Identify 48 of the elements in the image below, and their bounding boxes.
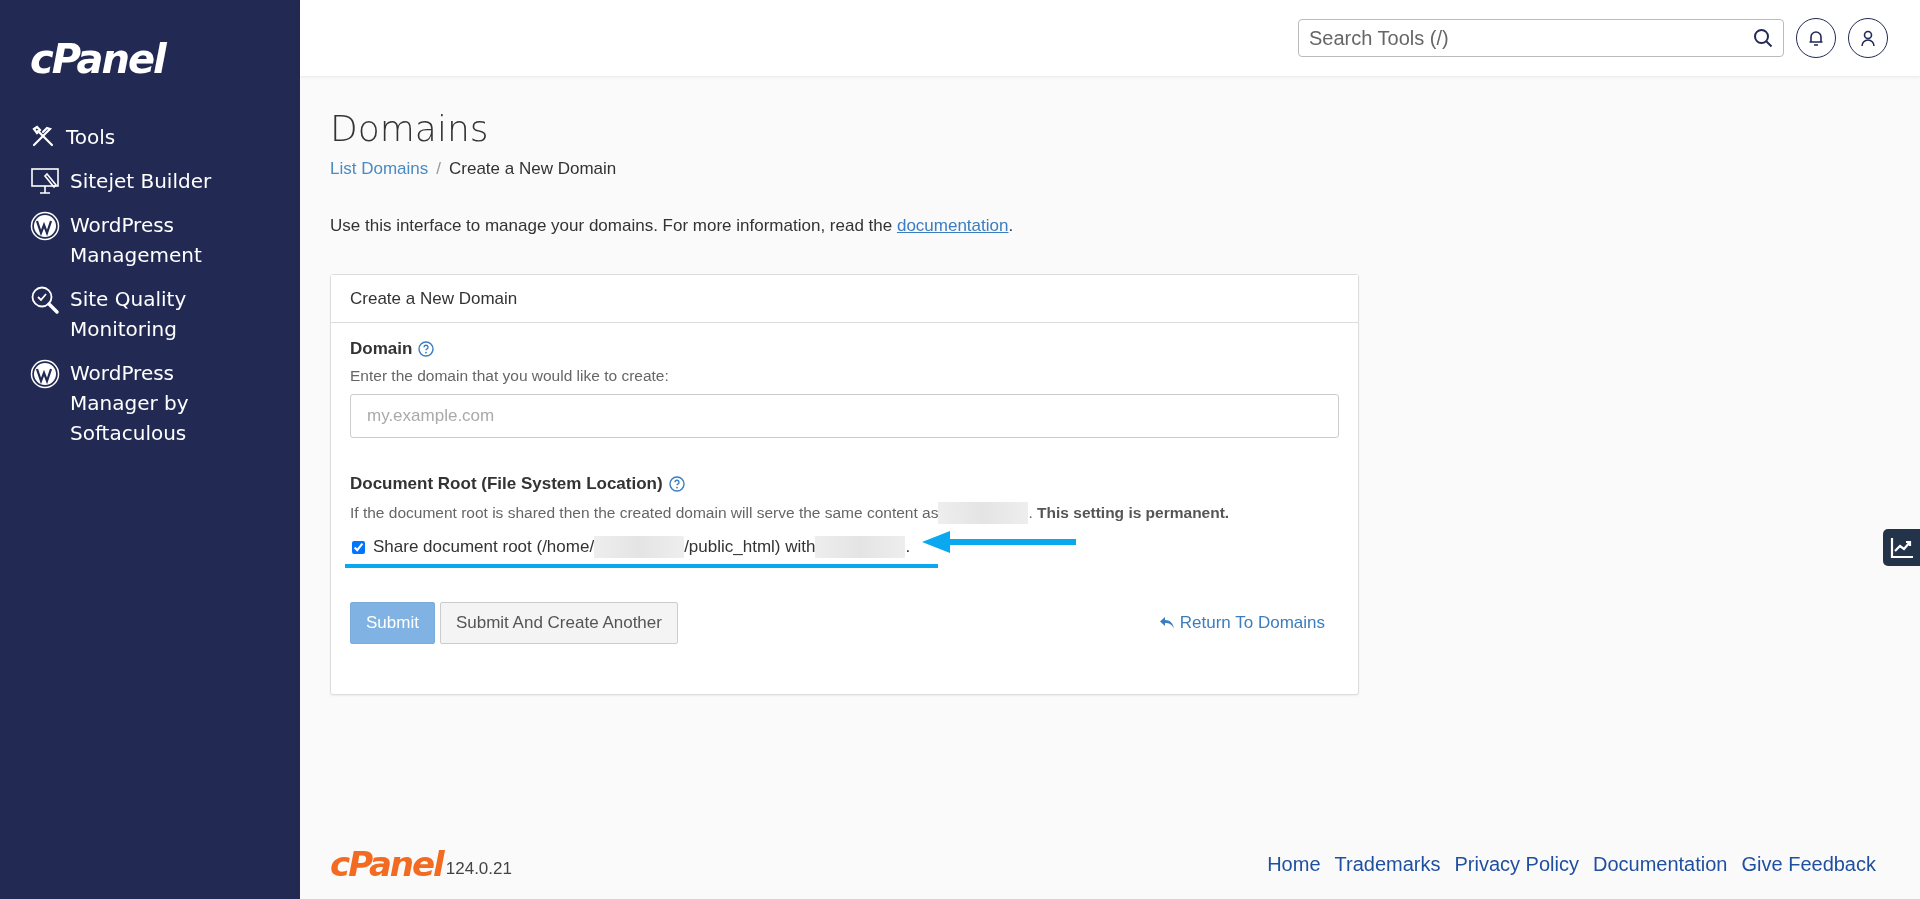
footer-link[interactable]: Home: [1267, 852, 1321, 876]
field-label: Document Root (File System Location): [350, 474, 663, 494]
bell-icon: [1807, 29, 1825, 47]
user-button[interactable]: [1848, 18, 1888, 58]
wordpress-icon: [30, 359, 60, 389]
cpanel-logo: cPanel: [330, 844, 443, 884]
card-title: Create a New Domain: [350, 288, 518, 309]
checkbox-label[interactable]: /public_html) with: [684, 537, 816, 557]
analytics-tab-button[interactable]: [1883, 529, 1920, 566]
footer-link[interactable]: Trademarks: [1334, 852, 1441, 876]
sidebar-item[interactable]: Tools: [66, 122, 116, 152]
sidebar-item[interactable]: Site Quality Monitoring: [70, 284, 230, 344]
user-icon: [1859, 29, 1877, 47]
footer-link[interactable]: Documentation: [1592, 852, 1728, 876]
breadcrumb-current: Create a New Domain: [449, 159, 617, 179]
sidebar-item[interactable]: WordPress Management: [70, 210, 230, 270]
breadcrumb-separator: /: [436, 159, 441, 179]
documentation-link[interactable]: documentation: [896, 216, 1009, 235]
intro-text: Use this interface to manage your domains. For more information, read the documentation.: [330, 216, 1015, 236]
return-link[interactable]: Return To Domains: [1158, 613, 1325, 633]
page-title: Domains: [330, 108, 489, 149]
footer-link[interactable]: Privacy Policy: [1454, 852, 1579, 876]
footer-link[interactable]: Give Feedback: [1741, 852, 1876, 876]
share-checkbox[interactable]: [352, 540, 365, 554]
sidebar-item[interactable]: WordPress Manager by Softaculous: [70, 358, 230, 448]
domain-input[interactable]: my.example.com: [350, 394, 1339, 438]
sidebar-item[interactable]: Sitejet Builder: [70, 166, 212, 196]
monitor-pen-icon: [30, 167, 60, 195]
cpanel-logo[interactable]: cPanel: [30, 36, 165, 82]
checkbox-label[interactable]: Share document root (/home/: [373, 537, 595, 557]
help-icon[interactable]: [668, 476, 685, 492]
chart-icon: [1889, 536, 1914, 559]
magnifier-check-icon: [30, 285, 60, 315]
wordpress-icon: [30, 211, 60, 241]
submit-another-button[interactable]: Submit And Create Another: [439, 602, 678, 644]
field-hint: Enter the domain that you would like to create:: [350, 367, 670, 385]
search-field[interactable]: Search Tools (/): [1298, 19, 1784, 57]
breadcrumb-link[interactable]: List Domains: [330, 159, 429, 179]
reply-arrow-icon: [1158, 616, 1175, 630]
search-icon[interactable]: [1753, 28, 1773, 48]
permanent-note: . This setting is permanent.: [1028, 504, 1230, 522]
tools-icon: [30, 123, 56, 149]
version-text: 124.0.21: [445, 859, 512, 879]
field-label: Domain: [350, 339, 413, 359]
notifications-button[interactable]: [1796, 18, 1836, 58]
field-hint: If the document root is shared then the created domain will serve the same content as: [350, 504, 939, 522]
checkbox-label[interactable]: .: [905, 537, 911, 557]
help-icon[interactable]: [418, 341, 435, 357]
